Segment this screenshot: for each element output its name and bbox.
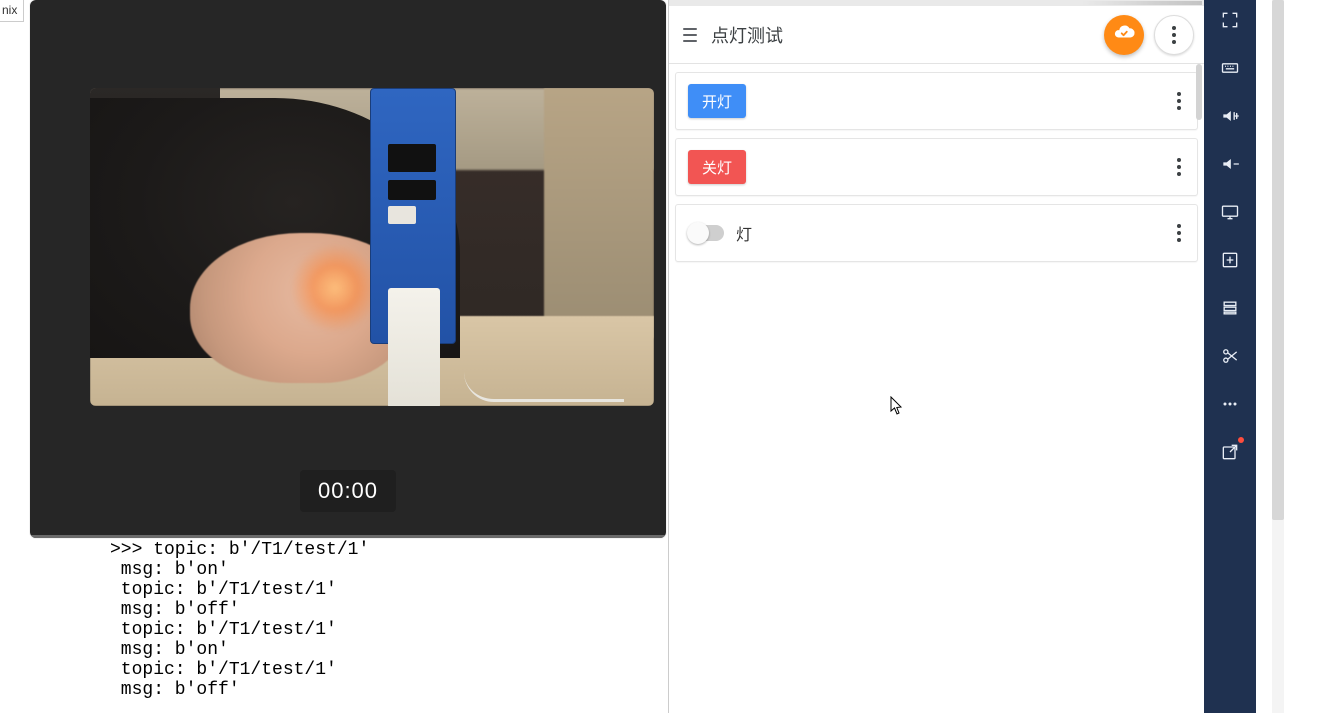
editor-tab[interactable]: nix: [0, 0, 24, 22]
card-menu-button[interactable]: [1173, 154, 1185, 180]
page-scrollbar-track[interactable]: [1272, 0, 1284, 713]
webcam-preview: [90, 88, 654, 406]
card-light-toggle: 灯: [675, 204, 1198, 262]
volume-down-icon[interactable]: [1216, 150, 1244, 178]
more-vert-icon: [1177, 224, 1181, 242]
hamburger-menu-icon[interactable]: [679, 24, 701, 46]
app-header: 点灯测试: [669, 6, 1204, 64]
card-light-off: 关灯: [675, 138, 1198, 196]
emulator-sidebar: [1204, 0, 1256, 713]
repl-console[interactable]: >>> topic: b'/T1/test/1' msg: b'on' topi…: [110, 538, 668, 713]
more-vert-icon: [1177, 158, 1181, 176]
console-line: msg: b'on': [110, 640, 229, 660]
app-title: 点灯测试: [711, 22, 1094, 48]
keyboard-icon[interactable]: [1216, 54, 1244, 82]
add-apk-icon[interactable]: [1216, 246, 1244, 274]
cloud-check-icon: [1113, 21, 1135, 48]
open-external-icon[interactable]: [1216, 438, 1244, 466]
volume-up-icon[interactable]: [1216, 102, 1244, 130]
console-line: >>> topic: b'/T1/test/1': [110, 540, 369, 560]
scissors-icon[interactable]: [1216, 342, 1244, 370]
console-line: topic: b'/T1/test/1': [110, 660, 337, 680]
header-overflow-button[interactable]: [1154, 15, 1194, 55]
recording-timer: 00:00: [300, 470, 396, 512]
more-vert-icon: [1177, 92, 1181, 110]
left-panel: nix 00:00 >>> topic: b'/T1/test/1' msg: …: [0, 0, 668, 713]
switch-label: 灯: [736, 221, 752, 245]
console-line: msg: b'off': [110, 600, 240, 620]
notification-dot-icon: [1238, 437, 1244, 443]
card-light-on: 开灯: [675, 72, 1198, 130]
console-line: msg: b'off': [110, 680, 240, 700]
mouse-cursor-icon: [890, 396, 904, 416]
stack-icon[interactable]: [1216, 294, 1244, 322]
more-horiz-icon[interactable]: [1216, 390, 1244, 418]
cloud-sync-button[interactable]: [1104, 15, 1144, 55]
card-menu-button[interactable]: [1173, 88, 1185, 114]
console-line: topic: b'/T1/test/1': [110, 580, 337, 600]
app-scrollbar[interactable]: [1196, 64, 1202, 120]
fullscreen-icon[interactable]: [1216, 6, 1244, 34]
page-scrollbar-thumb[interactable]: [1272, 0, 1284, 520]
console-line: msg: b'on': [110, 560, 229, 580]
card-list: 开灯 关灯 灯: [669, 64, 1204, 270]
video-recorder-frame: 00:00: [30, 0, 666, 538]
light-off-button[interactable]: 关灯: [688, 150, 746, 184]
light-on-button[interactable]: 开灯: [688, 84, 746, 118]
phone-app-panel: 点灯测试 开灯 关灯 灯: [668, 0, 1204, 713]
console-line: topic: b'/T1/test/1': [110, 620, 337, 640]
monitor-icon[interactable]: [1216, 198, 1244, 226]
phone-status-bar: [669, 0, 1204, 6]
card-menu-button[interactable]: [1173, 220, 1185, 246]
light-toggle-switch[interactable]: [688, 225, 724, 241]
more-vert-icon: [1172, 26, 1176, 44]
